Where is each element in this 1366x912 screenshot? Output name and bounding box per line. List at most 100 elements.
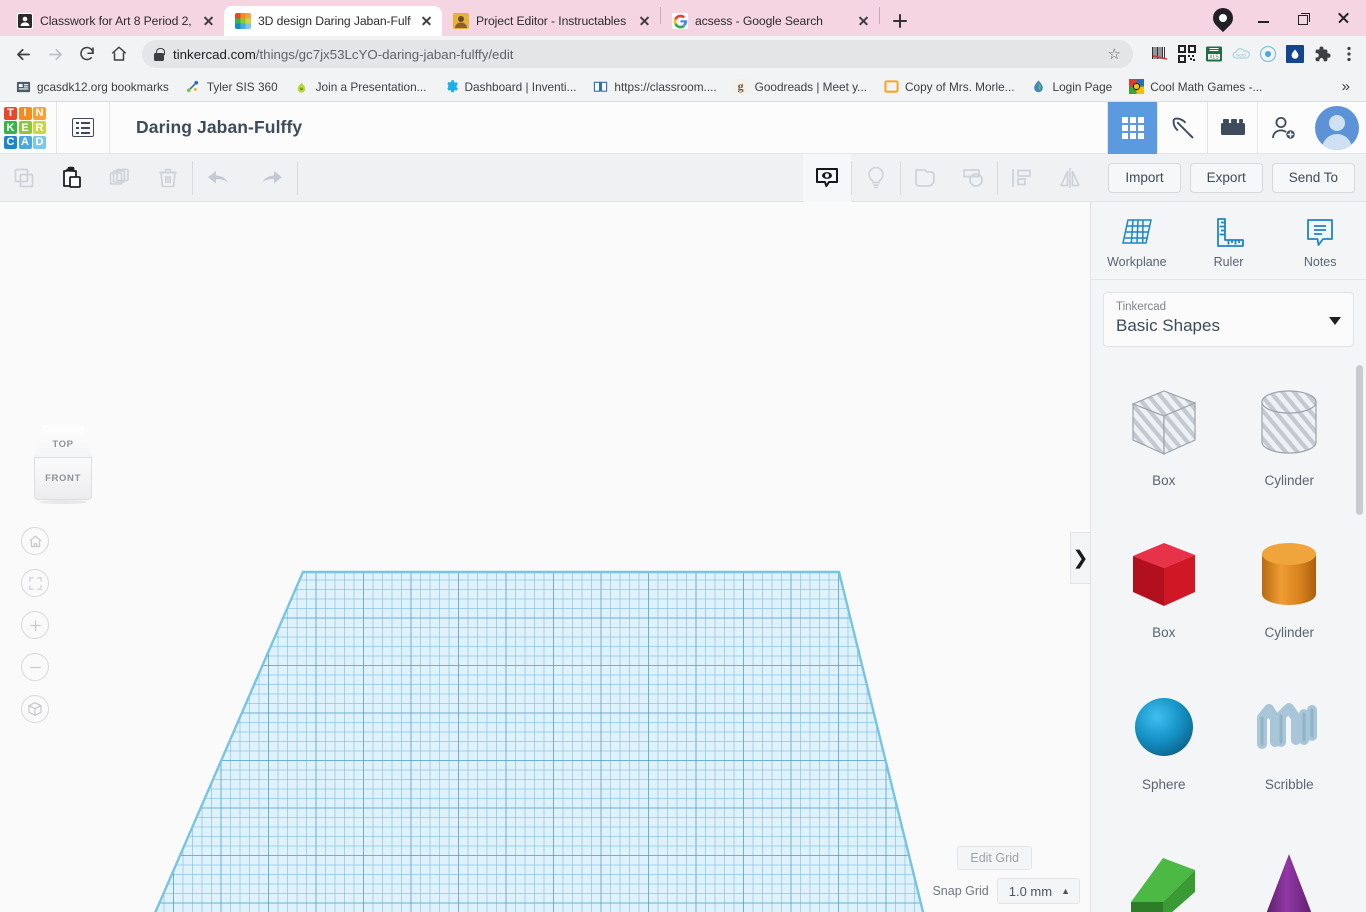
projection-toggle-button[interactable] (21, 695, 49, 723)
svg-text:XLS: XLS (1209, 55, 1219, 61)
delete-button[interactable] (144, 154, 192, 202)
back-button[interactable] (8, 39, 38, 69)
bookmark-item[interactable]: Dashboard | Inventi... (435, 76, 583, 98)
group-button[interactable] (901, 154, 949, 202)
collapse-panel-button[interactable]: ❯ (1070, 532, 1090, 584)
paste-button[interactable] (48, 154, 96, 202)
shape-item-scribble[interactable]: Scribble (1227, 665, 1353, 817)
target-icon[interactable] (1259, 45, 1277, 63)
snap-grid-select[interactable]: 1.0 mm ▲ (996, 878, 1080, 904)
browser-tab-0[interactable]: Classwork for Art 8 Period 2, MP (6, 6, 224, 36)
redo-button[interactable] (245, 154, 297, 202)
edit-grid-button[interactable]: Edit Grid (957, 846, 1032, 870)
tab-close-icon[interactable] (200, 13, 216, 29)
shape-label: Box (1152, 473, 1176, 488)
zoom-out-button[interactable] (21, 653, 49, 681)
design-menu-button[interactable] (56, 101, 110, 154)
fit-to-view-button[interactable] (21, 569, 49, 597)
dashboard-grid-icon[interactable] (1107, 102, 1157, 154)
design-canvas[interactable]: Workplane TOP FRONT (0, 202, 1090, 912)
window-minimize-button[interactable] (1244, 2, 1282, 34)
chevron-down-icon[interactable] (1329, 317, 1341, 325)
shape-item-cylinder-hole[interactable]: Cylinder (1227, 361, 1353, 513)
undo-button[interactable] (193, 154, 245, 202)
bookmark-item[interactable]: g Goodreads | Meet y... (726, 76, 874, 98)
show-hide-button[interactable] (803, 153, 852, 202)
browser-tab-3[interactable]: acsess - Google Search (661, 6, 879, 36)
browser-tab-2[interactable]: Project Editor - Instructables (442, 6, 660, 36)
shape-item-cone[interactable] (1227, 817, 1353, 912)
qr-code-icon[interactable] (1178, 45, 1196, 63)
shape-item-sphere[interactable]: Sphere (1101, 665, 1227, 817)
bookmark-star-icon[interactable]: ☆ (1108, 45, 1121, 63)
profile-pin-icon[interactable] (1204, 2, 1242, 34)
bookmarks-overflow-button[interactable]: » (1334, 78, 1358, 95)
notes-tool[interactable]: Notes (1274, 202, 1366, 279)
lego-brick-icon[interactable] (1207, 102, 1257, 154)
export-button[interactable]: Export (1189, 162, 1263, 193)
shape-library-select[interactable]: Tinkercad Basic Shapes (1103, 292, 1354, 347)
minecraft-pickaxe-icon[interactable] (1157, 102, 1207, 154)
home-button[interactable] (104, 39, 134, 69)
snap-grid-label: Snap Grid (932, 884, 989, 898)
tinkercad-ext-icon[interactable] (1286, 45, 1304, 63)
logo-letter: T (4, 106, 17, 120)
align-button[interactable] (998, 154, 1046, 202)
bookmark-item[interactable]: gcasdk12.org bookmarks (8, 76, 176, 98)
shape-grid-wrap[interactable]: Box Cylinder Box Cylinder Sphere Scribbl… (1091, 357, 1366, 912)
browser-tab-1[interactable]: 3D design Daring Jaban-Fulffy | (224, 6, 442, 36)
excel-icon[interactable]: XLS (1205, 45, 1223, 63)
word-cloud-icon[interactable]: word (1232, 45, 1250, 63)
tab-close-icon[interactable] (636, 13, 652, 29)
header-icon-group (1107, 102, 1366, 154)
barcode-scanner-icon[interactable] (1151, 45, 1169, 63)
view-cube[interactable]: TOP FRONT (28, 424, 98, 506)
ruler-tool[interactable]: Ruler (1183, 202, 1275, 279)
mirror-button[interactable] (1046, 154, 1094, 202)
tab-close-icon[interactable] (855, 13, 871, 29)
ungroup-button[interactable] (949, 154, 997, 202)
shape-item-box-solid[interactable]: Box (1101, 513, 1227, 665)
new-tab-button[interactable] (886, 7, 914, 35)
tinkercad-logo[interactable]: T I N K E R C A D (4, 106, 46, 149)
puzzle-icon[interactable] (1313, 45, 1331, 63)
cylinder-hole-icon (1246, 375, 1332, 471)
logo-letter: C (4, 135, 17, 149)
bookmark-item[interactable]: Copy of Mrs. Morle... (876, 76, 1021, 98)
reload-button[interactable] (72, 39, 102, 69)
copy-button[interactable] (0, 154, 48, 202)
send-to-button[interactable]: Send To (1271, 162, 1355, 193)
import-button[interactable]: Import (1108, 162, 1181, 193)
bookmark-item[interactable]: Login Page (1024, 76, 1120, 98)
view-cube-front-face[interactable]: FRONT (34, 458, 92, 500)
user-avatar[interactable] (1315, 106, 1359, 150)
bookmark-item[interactable]: Cool Math Games -... (1121, 76, 1269, 98)
window-close-button[interactable] (1324, 2, 1362, 34)
kebab-menu-icon[interactable] (1340, 45, 1358, 63)
workplane-area[interactable]: Workplane (0, 202, 1090, 912)
forward-button[interactable] (40, 39, 70, 69)
shape-item-roof[interactable] (1101, 817, 1227, 912)
bookmark-label: Copy of Mrs. Morle... (905, 79, 1015, 94)
tab-close-icon[interactable] (418, 13, 434, 29)
zoom-in-button[interactable] (21, 611, 49, 639)
browser-toolbar: tinkercad.com/things/gc7jx53LcYO-daring-… (0, 36, 1366, 72)
address-bar[interactable]: tinkercad.com/things/gc7jx53LcYO-daring-… (142, 40, 1133, 68)
bookmark-item[interactable]: Join a Presentation... (287, 76, 434, 98)
panel-scrollbar[interactable] (1356, 365, 1363, 515)
shape-label: Scribble (1264, 777, 1314, 792)
light-bulb-button[interactable] (852, 154, 900, 202)
library-select-wrap: Tinkercad Basic Shapes (1091, 280, 1366, 357)
invite-user-icon[interactable] (1257, 102, 1307, 154)
library-owner-label: Tinkercad (1116, 301, 1167, 313)
view-cube-top-face[interactable]: TOP (34, 425, 92, 458)
bookmark-item[interactable]: https://classroom.... (585, 76, 723, 98)
workplane-tool[interactable]: Workplane (1091, 202, 1183, 279)
bookmark-item[interactable]: Tyler SIS 360 (178, 76, 285, 98)
home-view-button[interactable] (21, 527, 49, 555)
workplane-grid[interactable] (78, 571, 968, 912)
shape-item-box-hole[interactable]: Box (1101, 361, 1227, 513)
shape-item-cylinder-solid[interactable]: Cylinder (1227, 513, 1353, 665)
duplicate-button[interactable] (96, 154, 144, 202)
window-maximize-button[interactable] (1284, 2, 1322, 34)
